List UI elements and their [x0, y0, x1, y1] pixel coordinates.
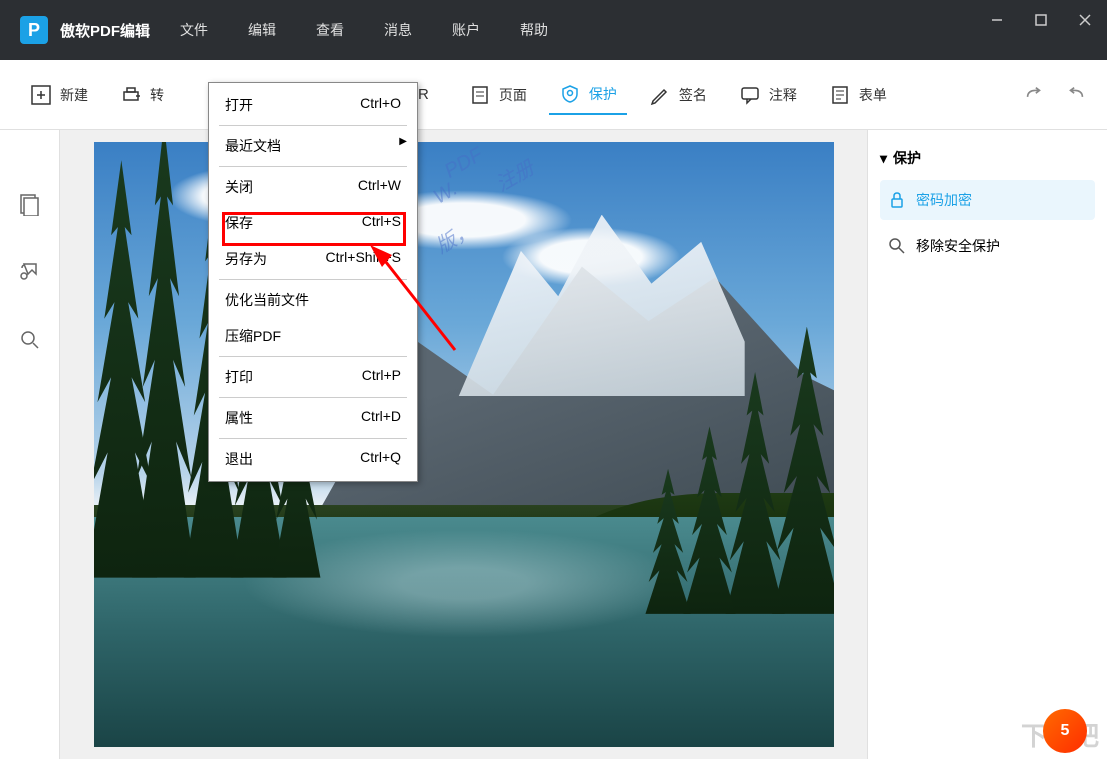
dd-optimize[interactable]: 优化当前文件	[209, 282, 417, 318]
menu-account[interactable]: 账户	[452, 20, 480, 40]
close-button[interactable]	[1073, 8, 1097, 32]
chevron-down-icon: ▾	[880, 150, 887, 167]
ocr-label: R	[418, 86, 429, 103]
app-logo: P	[20, 16, 48, 44]
dd-open[interactable]: 打开Ctrl+O	[209, 87, 417, 123]
page-label: 页面	[499, 85, 527, 105]
menu-edit[interactable]: 编辑	[248, 20, 276, 40]
shield-icon	[559, 83, 581, 105]
form-label: 表单	[859, 85, 887, 105]
panel-title: 保护	[893, 148, 921, 168]
main-menu: 文件 编辑 查看 消息 账户 帮助	[180, 20, 548, 40]
minimize-button[interactable]	[985, 8, 1009, 32]
form-button[interactable]: 表单	[819, 76, 897, 114]
thumbnails-icon[interactable]	[16, 190, 44, 218]
document-image	[94, 142, 834, 747]
panel-header[interactable]: ▾ 保护	[880, 142, 1095, 174]
right-panel: ▾ 保护 密码加密 移除安全保护	[867, 130, 1107, 759]
pen-icon	[649, 84, 671, 106]
page-icon	[469, 84, 491, 106]
dd-save[interactable]: 保存Ctrl+S	[209, 205, 417, 241]
bookmark-icon[interactable]	[16, 258, 44, 286]
canvas-area: PDF 注册 W. 版，	[60, 130, 867, 759]
form-icon	[829, 84, 851, 106]
app-title: 傲软PDF编辑	[60, 20, 150, 41]
toolbar-right	[1023, 84, 1087, 106]
new-label: 新建	[60, 85, 88, 105]
remove-security-item[interactable]: 移除安全保护	[880, 226, 1095, 266]
remove-security-label: 移除安全保护	[916, 236, 1000, 256]
printer-icon	[120, 84, 142, 106]
redo-button[interactable]	[1023, 84, 1045, 106]
comment-button[interactable]: 注释	[729, 76, 807, 114]
new-button[interactable]: 新建	[20, 76, 98, 114]
menu-message[interactable]: 消息	[384, 20, 412, 40]
file-dropdown: 打开Ctrl+O 最近文档▶ 关闭Ctrl+W 保存Ctrl+S 另存为Ctrl…	[208, 82, 418, 482]
protect-label: 保护	[589, 84, 617, 104]
magnifier-icon	[888, 237, 906, 255]
undo-button[interactable]	[1065, 84, 1087, 106]
menu-view[interactable]: 查看	[316, 20, 344, 40]
protect-button[interactable]: 保护	[549, 75, 627, 115]
document-view[interactable]: PDF 注册 W. 版，	[94, 142, 834, 747]
site-logo-icon: 5	[1043, 709, 1087, 753]
dd-print[interactable]: 打印Ctrl+P	[209, 359, 417, 395]
page-button[interactable]: 页面	[459, 76, 537, 114]
dd-properties[interactable]: 属性Ctrl+D	[209, 400, 417, 436]
dd-compress[interactable]: 压缩PDF	[209, 318, 417, 354]
plus-icon	[30, 84, 52, 106]
left-sidebar	[0, 130, 60, 759]
chevron-right-icon: ▶	[399, 136, 407, 147]
convert-button[interactable]: 转	[110, 76, 174, 114]
dd-exit[interactable]: 退出Ctrl+Q	[209, 441, 417, 477]
sign-button[interactable]: 签名	[639, 76, 717, 114]
comment-label: 注释	[769, 85, 797, 105]
sign-label: 签名	[679, 85, 707, 105]
toolbar: 新建 转 R 页面 保护 签名 注释 表单	[0, 60, 1107, 130]
menu-help[interactable]: 帮助	[520, 20, 548, 40]
maximize-button[interactable]	[1029, 8, 1053, 32]
lock-icon	[888, 191, 906, 209]
menu-file[interactable]: 文件	[180, 20, 208, 40]
titlebar: P 傲软PDF编辑 文件 编辑 查看 消息 账户 帮助	[0, 0, 1107, 60]
search-icon[interactable]	[16, 326, 44, 354]
encrypt-label: 密码加密	[916, 190, 972, 210]
comment-icon	[739, 84, 761, 106]
convert-label: 转	[150, 85, 164, 105]
window-controls	[985, 0, 1097, 40]
dd-recent[interactable]: 最近文档▶	[209, 128, 417, 164]
main-area: PDF 注册 W. 版， ▾ 保护 密码加密 移除安全保护	[0, 130, 1107, 759]
encrypt-item[interactable]: 密码加密	[880, 180, 1095, 220]
dd-close[interactable]: 关闭Ctrl+W	[209, 169, 417, 205]
dd-saveas[interactable]: 另存为Ctrl+Shift+S	[209, 241, 417, 277]
